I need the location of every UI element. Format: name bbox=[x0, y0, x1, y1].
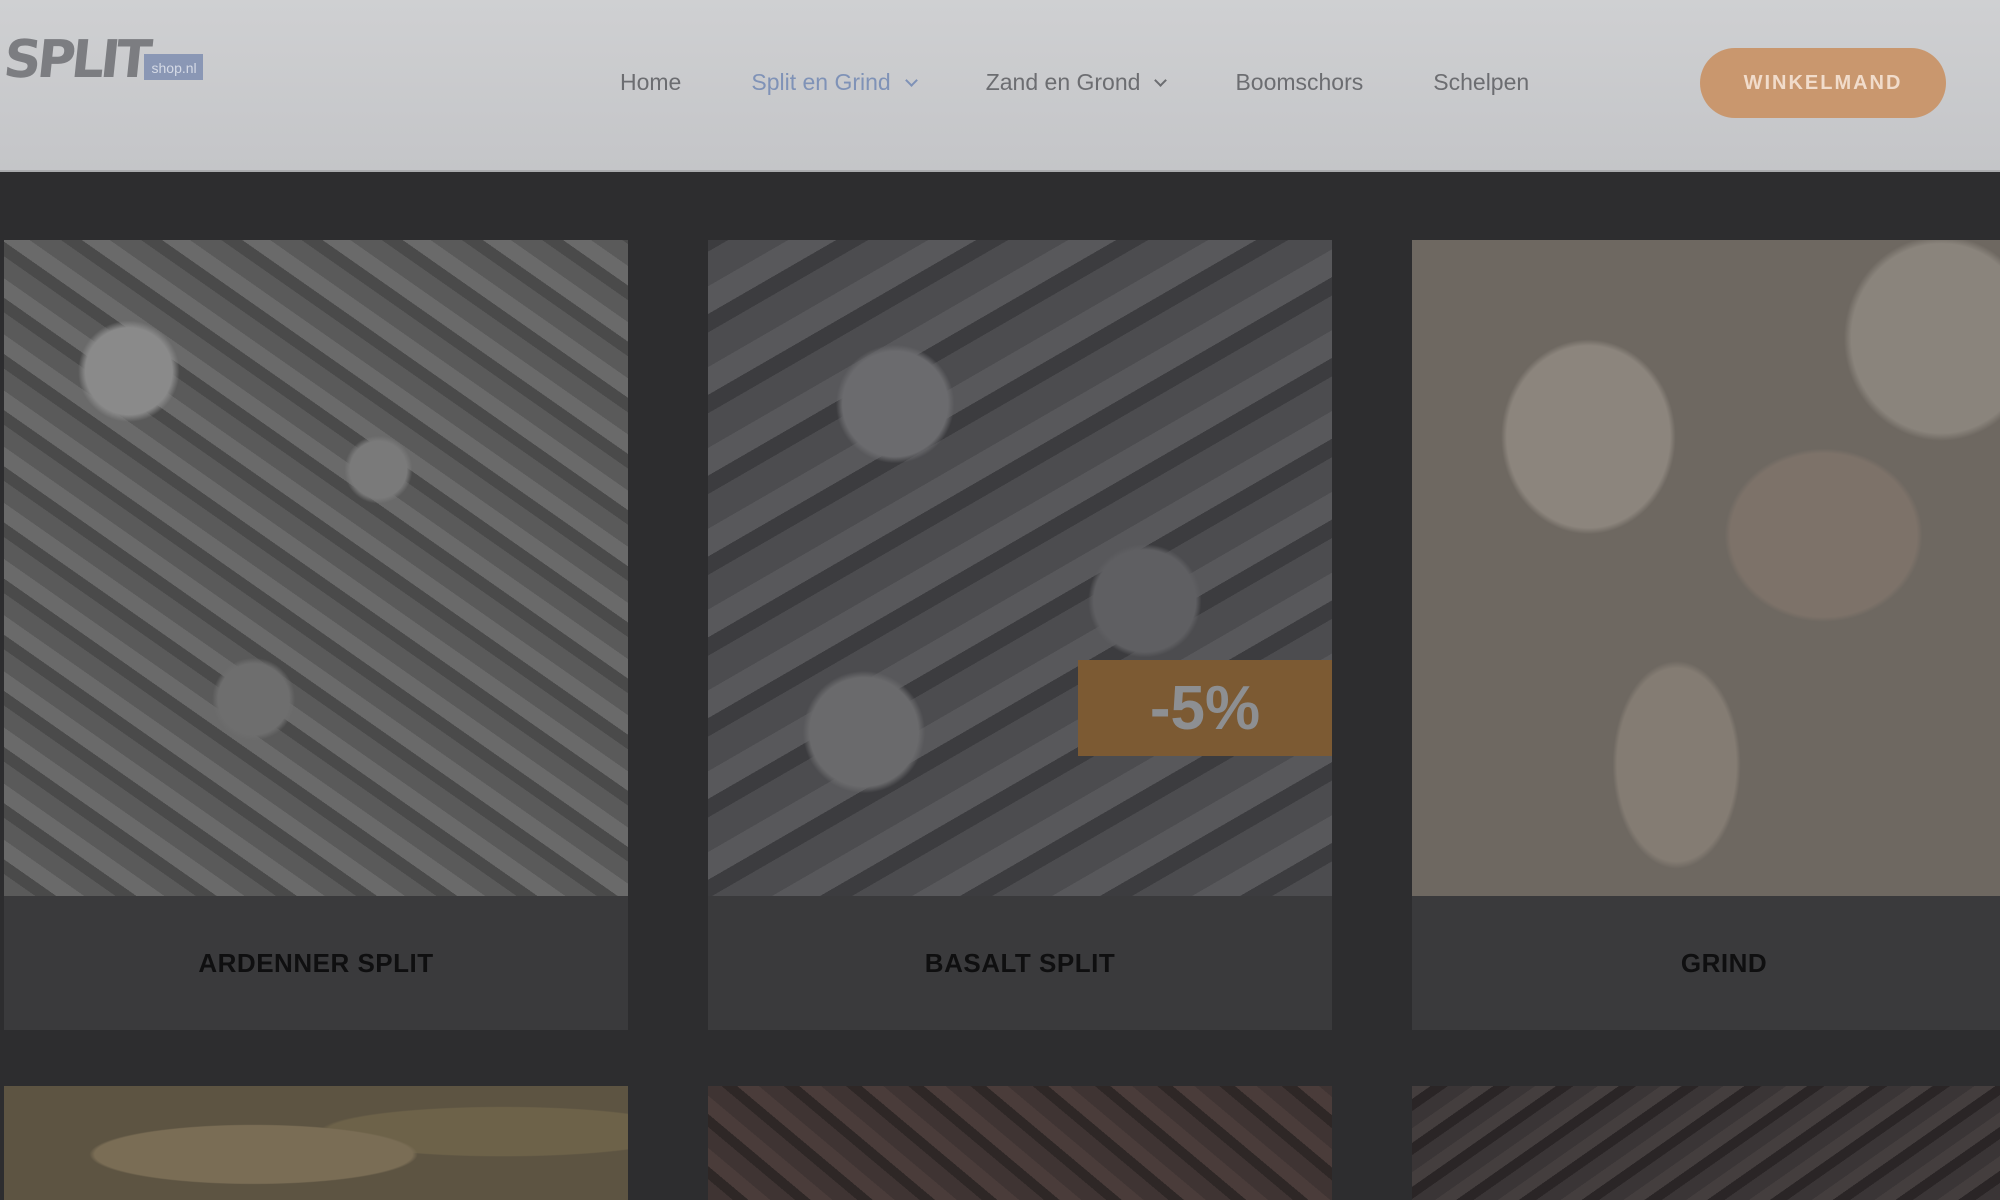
nav-home-label: Home bbox=[620, 68, 682, 95]
product-card-basalt-split[interactable]: -5% BASALT SPLIT bbox=[708, 240, 1332, 1030]
product-card[interactable] bbox=[708, 1086, 1332, 1200]
nav-split-en-grind-label: Split en Grind bbox=[751, 68, 891, 95]
chevron-down-icon bbox=[1154, 73, 1168, 87]
product-image[interactable] bbox=[4, 240, 628, 896]
product-image[interactable] bbox=[1412, 1086, 2000, 1200]
product-card-grind[interactable]: GRIND bbox=[1412, 240, 2000, 1030]
product-card-ardenner-split[interactable]: ARDENNER SPLIT bbox=[4, 240, 628, 1030]
discount-badge: -5% bbox=[1078, 660, 1332, 756]
main-nav: Home Split en Grind Zand en Grond Boomsc… bbox=[620, 52, 1599, 112]
nav-zand-en-grond[interactable]: Zand en Grond bbox=[985, 68, 1168, 96]
logo-text: SPLIT bbox=[0, 30, 151, 90]
nav-schelpen-label: Schelpen bbox=[1433, 68, 1530, 95]
nav-schelpen[interactable]: Schelpen bbox=[1433, 69, 1529, 96]
logo-badge: shop.nl bbox=[143, 54, 203, 80]
product-card[interactable] bbox=[4, 1086, 628, 1200]
product-card[interactable] bbox=[1412, 1086, 2000, 1200]
product-image[interactable] bbox=[4, 1086, 628, 1200]
product-title[interactable]: GRIND bbox=[1412, 896, 2000, 1030]
product-image[interactable]: -5% bbox=[708, 240, 1332, 896]
product-image[interactable] bbox=[708, 1086, 1332, 1200]
product-title[interactable]: BASALT SPLIT bbox=[708, 896, 1332, 1030]
nav-split-en-grind[interactable]: Split en Grind bbox=[751, 68, 918, 96]
site-logo[interactable]: SPLIT shop.nl bbox=[0, 30, 203, 90]
chevron-down-icon bbox=[904, 73, 918, 87]
nav-home[interactable]: Home bbox=[620, 69, 681, 96]
product-image[interactable] bbox=[1412, 240, 2000, 896]
cart-button[interactable]: WINKELMAND bbox=[1700, 48, 1946, 118]
nav-boomschors-label: Boomschors bbox=[1235, 68, 1364, 95]
product-title[interactable]: ARDENNER SPLIT bbox=[4, 896, 628, 1030]
site-header: SPLIT shop.nl Home Split en Grind Zand e… bbox=[0, 0, 2000, 172]
nav-zand-en-grond-label: Zand en Grond bbox=[985, 68, 1141, 95]
nav-boomschors[interactable]: Boomschors bbox=[1235, 69, 1363, 96]
